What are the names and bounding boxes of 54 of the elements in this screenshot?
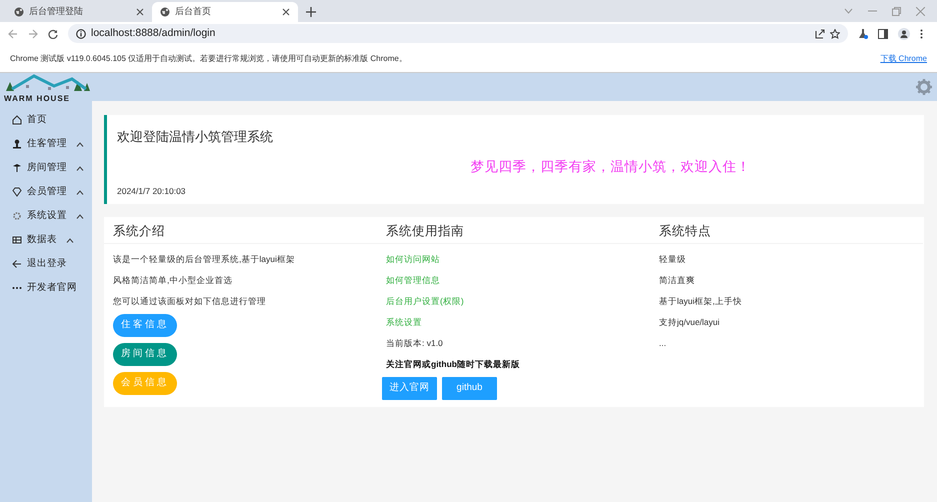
close-icon[interactable] [136, 8, 144, 16]
caret-up-icon [76, 190, 84, 194]
sidebar-item[interactable]: 数据表 [0, 228, 92, 252]
panel-text: 风格简洁简单,中小型企业首选 [112, 274, 234, 287]
close-icon[interactable] [282, 8, 290, 16]
arrow-left-icon [12, 259, 22, 269]
new-tab-icon[interactable] [306, 7, 316, 17]
panel-text: 基于layui框架,上手快 [658, 295, 743, 308]
sidebar-item[interactable]: 会员管理 [0, 180, 92, 204]
panel-text: 简洁直爽 [658, 274, 696, 287]
sidebar-item[interactable]: 退出登录 [0, 252, 92, 276]
avatar-icon[interactable] [898, 28, 910, 40]
umbrella-icon [12, 163, 22, 173]
info-icon [76, 28, 86, 38]
panel-text: 您可以通过该面板对如下信息进行管理 [112, 295, 267, 308]
panel-text: 关注官网或github随时下载最新版 [385, 358, 521, 371]
sidebar-item[interactable]: 开发者官网 [0, 276, 92, 300]
sidebar-item[interactable]: 房间管理 [0, 156, 92, 180]
logo-text: WARM HOUSE [4, 95, 70, 103]
panel-title: 系统使用指南 [377, 217, 650, 244]
panel-button[interactable]: 房间信息 [113, 343, 177, 366]
panel-text: 轻量级 [658, 253, 687, 266]
flask-icon[interactable] [858, 28, 868, 38]
person-icon [12, 139, 22, 149]
star-icon[interactable] [830, 28, 840, 38]
share-icon[interactable] [815, 28, 825, 38]
caret-up-icon [76, 142, 84, 146]
home-icon [12, 115, 22, 125]
panel-text: 该是一个轻量级的后台管理系统,基于layui框架 [112, 253, 296, 266]
more-icon[interactable] [920, 28, 923, 38]
panel-text: 支持jq/vue/layui [658, 316, 721, 329]
infobar-message: Chrome 测试版 v119.0.6045.105 仅适用于自动测试。若要进行常规浏览，请使用可自动更新的标准版 Chrome。 [10, 52, 407, 64]
timestamp: 2024/1/7 20:10:03 [117, 184, 187, 198]
download-link[interactable]: 下载 Chrome [880, 52, 927, 64]
side-panel-icon[interactable] [878, 28, 888, 38]
panel-text: 当前版本: v1.0 [385, 337, 444, 350]
sidebar-item[interactable]: 系统设置 [0, 204, 92, 228]
caret-up-icon [76, 214, 84, 218]
sidebar-item[interactable]: 住客管理 [0, 132, 92, 156]
diamond-icon [12, 187, 22, 197]
table-icon [12, 235, 22, 245]
panel-title: 系统特点 [650, 217, 923, 244]
browser-tab[interactable]: 后台管理登陆 [6, 2, 152, 22]
slogan: 梦见四季，四季有家，温情小筑，欢迎入住！ [470, 158, 752, 176]
caret-up-icon [76, 166, 84, 170]
sidebar-item[interactable]: 首页 [0, 108, 92, 132]
panel-title: 系统介绍 [104, 217, 377, 244]
address-bar[interactable]: localhost:8888/admin/login [68, 24, 848, 43]
browser-tab[interactable]: 后台首页 [152, 2, 298, 22]
caret-up-icon [66, 238, 74, 242]
panel-text: ... [658, 337, 668, 350]
welcome-title: 欢迎登陆温情小筑管理系统 [117, 128, 274, 146]
reload-icon[interactable] [48, 28, 58, 38]
gear-icon [12, 211, 22, 221]
